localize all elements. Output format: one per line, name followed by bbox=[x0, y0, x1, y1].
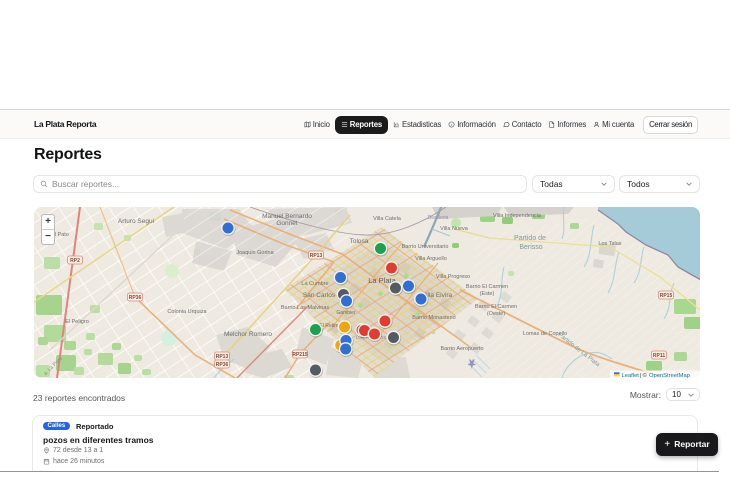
svg-text:(Oeste): (Oeste) bbox=[487, 311, 506, 317]
svg-text:San Carlos: San Carlos bbox=[303, 292, 336, 299]
svg-text:Joaquin Gorina: Joaquin Gorina bbox=[236, 250, 274, 256]
svg-text:Leaflet: Leaflet bbox=[622, 373, 640, 378]
svg-text:La Cumbre: La Cumbre bbox=[301, 281, 328, 287]
svg-text:RP11: RP11 bbox=[653, 353, 665, 359]
svg-text:Barrio Las Malvinas: Barrio Las Malvinas bbox=[281, 305, 330, 311]
svg-text:Villa Catela: Villa Catela bbox=[373, 216, 402, 222]
svg-text:Colonia Urquiza: Colonia Urquiza bbox=[167, 309, 207, 315]
svg-text:RP15: RP15 bbox=[660, 293, 673, 299]
svg-text:Los Talas: Los Talas bbox=[598, 241, 621, 247]
svg-text:Gambier: Gambier bbox=[336, 310, 356, 316]
svg-text:Partido de: Partido de bbox=[514, 235, 546, 242]
svg-text:El Peligro: El Peligro bbox=[65, 319, 89, 325]
svg-text:RP215: RP215 bbox=[292, 352, 308, 358]
svg-text:RP13: RP13 bbox=[310, 253, 323, 259]
svg-text:Berisso: Berisso bbox=[519, 244, 542, 251]
svg-text:Villa Arguello: Villa Arguello bbox=[415, 256, 447, 262]
svg-text:Barrio Monasterio: Barrio Monasterio bbox=[412, 315, 455, 321]
svg-text:RP2: RP2 bbox=[70, 258, 80, 264]
svg-text:RP36: RP36 bbox=[129, 295, 142, 301]
svg-text:Manuel Bernardo: Manuel Bernardo bbox=[262, 213, 312, 220]
svg-text:Barrio El Carmen: Barrio El Carmen bbox=[475, 304, 517, 310]
svg-text:Villa Progreso: Villa Progreso bbox=[436, 274, 470, 280]
svg-text:Tolosa: Tolosa bbox=[350, 238, 369, 245]
svg-text:RP13: RP13 bbox=[216, 354, 229, 360]
svg-text:Arturo Segui: Arturo Segui bbox=[118, 218, 154, 225]
svg-text:| ©: | © bbox=[640, 372, 648, 378]
svg-text:Barrio Aeropuerto: Barrio Aeropuerto bbox=[440, 346, 483, 352]
svg-text:Melchor Romero: Melchor Romero bbox=[224, 331, 272, 338]
svg-text:(Este): (Este) bbox=[480, 291, 495, 297]
svg-text:Barrio Universitario: Barrio Universitario bbox=[402, 244, 449, 250]
svg-text:Destileria: Destileria bbox=[428, 215, 449, 221]
svg-text:RP36: RP36 bbox=[216, 362, 229, 368]
svg-text:OpenStreetMap: OpenStreetMap bbox=[649, 373, 690, 378]
svg-text:Barrio El Carmen: Barrio El Carmen bbox=[466, 284, 508, 290]
svg-text:Gonnet: Gonnet bbox=[276, 220, 298, 227]
svg-text:Villa Nueva: Villa Nueva bbox=[440, 226, 469, 232]
svg-text:Villa Independencia: Villa Independencia bbox=[493, 213, 542, 219]
